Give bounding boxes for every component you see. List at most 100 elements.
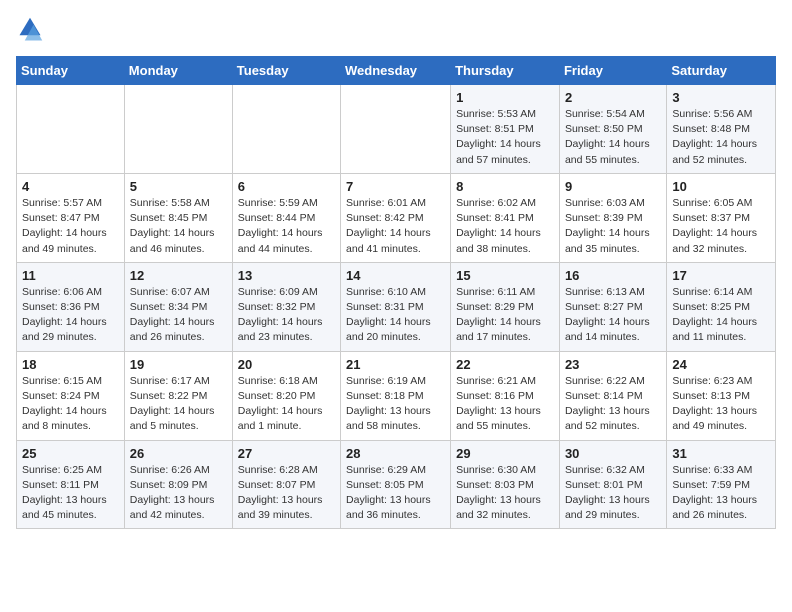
calendar-cell: 30 Sunrise: 6:32 AM Sunset: 8:01 PM Dayli… xyxy=(559,440,666,529)
day-number: 8 xyxy=(456,179,554,194)
weekday-header-thursday: Thursday xyxy=(451,57,560,85)
calendar-cell xyxy=(17,85,125,174)
calendar-cell: 6 Sunrise: 5:59 AM Sunset: 8:44 PM Daylig… xyxy=(232,173,340,262)
calendar-cell: 26 Sunrise: 6:26 AM Sunset: 8:09 PM Dayli… xyxy=(124,440,232,529)
calendar-cell: 20Sunrise: 6:18 AM Sunset: 8:20 PM Dayli… xyxy=(232,351,340,440)
calendar-week-4: 18Sunrise: 6:15 AM Sunset: 8:24 PM Dayli… xyxy=(17,351,776,440)
day-info: Sunrise: 6:26 AM Sunset: 8:09 PM Dayligh… xyxy=(130,463,227,524)
day-number: 30 xyxy=(565,446,661,461)
calendar-cell: 15Sunrise: 6:11 AM Sunset: 8:29 PM Dayli… xyxy=(451,262,560,351)
weekday-header-row: SundayMondayTuesdayWednesdayThursdayFrid… xyxy=(17,57,776,85)
day-info: Sunrise: 6:32 AM Sunset: 8:01 PM Dayligh… xyxy=(565,463,661,524)
calendar-cell xyxy=(341,85,451,174)
day-info: Sunrise: 5:54 AM Sunset: 8:50 PM Dayligh… xyxy=(565,107,661,168)
day-info: Sunrise: 6:17 AM Sunset: 8:22 PM Dayligh… xyxy=(130,374,227,435)
day-number: 23 xyxy=(565,357,661,372)
day-number: 3 xyxy=(672,90,770,105)
calendar-cell: 24 Sunrise: 6:23 AM Sunset: 8:13 PM Dayli… xyxy=(667,351,776,440)
day-number: 1 xyxy=(456,90,554,105)
day-info: Sunrise: 6:28 AM Sunset: 8:07 PM Dayligh… xyxy=(238,463,335,524)
day-info: Sunrise: 6:22 AM Sunset: 8:14 PM Dayligh… xyxy=(565,374,661,435)
day-info: Sunrise: 6:23 AM Sunset: 8:13 PM Dayligh… xyxy=(672,374,770,435)
calendar-cell: 8 Sunrise: 6:02 AM Sunset: 8:41 PM Daylig… xyxy=(451,173,560,262)
calendar-cell: 11 Sunrise: 6:06 AM Sunset: 8:36 PM Dayli… xyxy=(17,262,125,351)
day-number: 29 xyxy=(456,446,554,461)
page-header xyxy=(16,16,776,44)
calendar-week-2: 4 Sunrise: 5:57 AM Sunset: 8:47 PM Daylig… xyxy=(17,173,776,262)
day-info: Sunrise: 6:01 AM Sunset: 8:42 PM Dayligh… xyxy=(346,196,445,257)
weekday-header-tuesday: Tuesday xyxy=(232,57,340,85)
day-number: 5 xyxy=(130,179,227,194)
day-number: 11 xyxy=(22,268,119,283)
weekday-header-monday: Monday xyxy=(124,57,232,85)
day-number: 13 xyxy=(238,268,335,283)
day-info: Sunrise: 5:58 AM Sunset: 8:45 PM Dayligh… xyxy=(130,196,227,257)
day-info: Sunrise: 5:59 AM Sunset: 8:44 PM Dayligh… xyxy=(238,196,335,257)
calendar-table: SundayMondayTuesdayWednesdayThursdayFrid… xyxy=(16,56,776,529)
calendar-cell: 16 Sunrise: 6:13 AM Sunset: 8:27 PM Dayli… xyxy=(559,262,666,351)
calendar-cell: 7 Sunrise: 6:01 AM Sunset: 8:42 PM Daylig… xyxy=(341,173,451,262)
logo-icon xyxy=(16,16,44,44)
day-info: Sunrise: 6:03 AM Sunset: 8:39 PM Dayligh… xyxy=(565,196,661,257)
day-number: 20 xyxy=(238,357,335,372)
calendar-cell: 29 Sunrise: 6:30 AM Sunset: 8:03 PM Dayli… xyxy=(451,440,560,529)
day-number: 27 xyxy=(238,446,335,461)
calendar-cell: 17 Sunrise: 6:14 AM Sunset: 8:25 PM Dayli… xyxy=(667,262,776,351)
calendar-week-3: 11 Sunrise: 6:06 AM Sunset: 8:36 PM Dayli… xyxy=(17,262,776,351)
calendar-cell: 25Sunrise: 6:25 AM Sunset: 8:11 PM Dayli… xyxy=(17,440,125,529)
day-number: 16 xyxy=(565,268,661,283)
day-number: 4 xyxy=(22,179,119,194)
calendar-cell: 18Sunrise: 6:15 AM Sunset: 8:24 PM Dayli… xyxy=(17,351,125,440)
calendar-cell: 21 Sunrise: 6:19 AM Sunset: 8:18 PM Dayli… xyxy=(341,351,451,440)
calendar-cell: 4 Sunrise: 5:57 AM Sunset: 8:47 PM Daylig… xyxy=(17,173,125,262)
day-info: Sunrise: 5:56 AM Sunset: 8:48 PM Dayligh… xyxy=(672,107,770,168)
day-info: Sunrise: 6:06 AM Sunset: 8:36 PM Dayligh… xyxy=(22,285,119,346)
day-info: Sunrise: 6:02 AM Sunset: 8:41 PM Dayligh… xyxy=(456,196,554,257)
calendar-cell: 27 Sunrise: 6:28 AM Sunset: 8:07 PM Dayli… xyxy=(232,440,340,529)
calendar-cell: 2 Sunrise: 5:54 AM Sunset: 8:50 PM Daylig… xyxy=(559,85,666,174)
day-number: 24 xyxy=(672,357,770,372)
day-number: 2 xyxy=(565,90,661,105)
day-number: 19 xyxy=(130,357,227,372)
day-number: 26 xyxy=(130,446,227,461)
day-info: Sunrise: 6:21 AM Sunset: 8:16 PM Dayligh… xyxy=(456,374,554,435)
day-info: Sunrise: 6:29 AM Sunset: 8:05 PM Dayligh… xyxy=(346,463,445,524)
weekday-header-wednesday: Wednesday xyxy=(341,57,451,85)
calendar-cell xyxy=(232,85,340,174)
day-number: 7 xyxy=(346,179,445,194)
calendar-cell: 31Sunrise: 6:33 AM Sunset: 7:59 PM Dayli… xyxy=(667,440,776,529)
calendar-cell: 5 Sunrise: 5:58 AM Sunset: 8:45 PM Daylig… xyxy=(124,173,232,262)
calendar-cell: 1 Sunrise: 5:53 AM Sunset: 8:51 PM Daylig… xyxy=(451,85,560,174)
calendar-cell: 10Sunrise: 6:05 AM Sunset: 8:37 PM Dayli… xyxy=(667,173,776,262)
day-number: 18 xyxy=(22,357,119,372)
calendar-cell xyxy=(124,85,232,174)
day-info: Sunrise: 6:19 AM Sunset: 8:18 PM Dayligh… xyxy=(346,374,445,435)
calendar-week-1: 1 Sunrise: 5:53 AM Sunset: 8:51 PM Daylig… xyxy=(17,85,776,174)
day-info: Sunrise: 5:57 AM Sunset: 8:47 PM Dayligh… xyxy=(22,196,119,257)
calendar-cell: 13 Sunrise: 6:09 AM Sunset: 8:32 PM Dayli… xyxy=(232,262,340,351)
calendar-cell: 22 Sunrise: 6:21 AM Sunset: 8:16 PM Dayli… xyxy=(451,351,560,440)
day-info: Sunrise: 6:14 AM Sunset: 8:25 PM Dayligh… xyxy=(672,285,770,346)
day-number: 9 xyxy=(565,179,661,194)
day-number: 17 xyxy=(672,268,770,283)
day-number: 25 xyxy=(22,446,119,461)
day-info: Sunrise: 6:13 AM Sunset: 8:27 PM Dayligh… xyxy=(565,285,661,346)
day-info: Sunrise: 6:09 AM Sunset: 8:32 PM Dayligh… xyxy=(238,285,335,346)
day-info: Sunrise: 5:53 AM Sunset: 8:51 PM Dayligh… xyxy=(456,107,554,168)
day-number: 6 xyxy=(238,179,335,194)
day-number: 28 xyxy=(346,446,445,461)
weekday-header-sunday: Sunday xyxy=(17,57,125,85)
day-info: Sunrise: 6:30 AM Sunset: 8:03 PM Dayligh… xyxy=(456,463,554,524)
day-info: Sunrise: 6:10 AM Sunset: 8:31 PM Dayligh… xyxy=(346,285,445,346)
day-info: Sunrise: 6:05 AM Sunset: 8:37 PM Dayligh… xyxy=(672,196,770,257)
calendar-body: 1 Sunrise: 5:53 AM Sunset: 8:51 PM Daylig… xyxy=(17,85,776,529)
calendar-cell: 9 Sunrise: 6:03 AM Sunset: 8:39 PM Daylig… xyxy=(559,173,666,262)
day-number: 22 xyxy=(456,357,554,372)
weekday-header-friday: Friday xyxy=(559,57,666,85)
calendar-week-5: 25Sunrise: 6:25 AM Sunset: 8:11 PM Dayli… xyxy=(17,440,776,529)
calendar-cell: 3 Sunrise: 5:56 AM Sunset: 8:48 PM Daylig… xyxy=(667,85,776,174)
calendar-cell: 23 Sunrise: 6:22 AM Sunset: 8:14 PM Dayli… xyxy=(559,351,666,440)
day-number: 15 xyxy=(456,268,554,283)
day-number: 21 xyxy=(346,357,445,372)
day-number: 14 xyxy=(346,268,445,283)
